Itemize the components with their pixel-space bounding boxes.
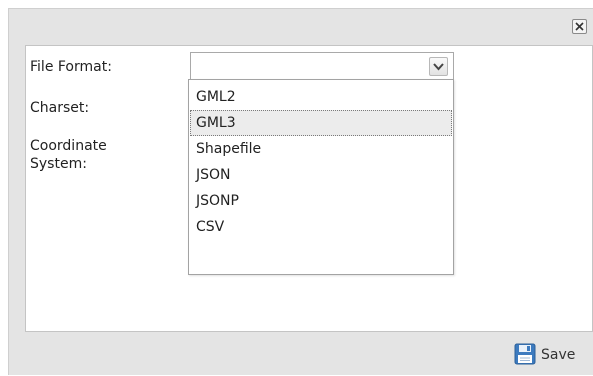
- file-format-option[interactable]: JSONP: [190, 188, 452, 214]
- file-format-dropdown-button[interactable]: [429, 57, 448, 76]
- floppy-disk-icon: [514, 343, 536, 365]
- save-button[interactable]: Save: [514, 343, 586, 367]
- file-format-label: File Format:: [30, 59, 112, 75]
- file-format-option-highlighted[interactable]: GML3: [190, 110, 452, 136]
- coordinate-system-label-line1: Coordinate: [30, 138, 107, 154]
- chevron-down-icon: [433, 63, 444, 71]
- file-format-select[interactable]: [190, 52, 454, 82]
- close-button[interactable]: [572, 19, 587, 34]
- coordinate-system-label-line2: System:: [30, 156, 87, 172]
- close-icon: [575, 22, 584, 31]
- coordinate-system-label: Coordinate System:: [30, 137, 150, 173]
- file-format-option[interactable]: JSON: [190, 162, 452, 188]
- save-button-label: Save: [541, 347, 576, 363]
- charset-label: Charset:: [30, 100, 90, 116]
- dialog-header: [9, 9, 593, 45]
- file-format-option[interactable]: CSV: [190, 214, 452, 240]
- file-format-option[interactable]: GML2: [190, 84, 452, 110]
- file-format-option[interactable]: Shapefile: [190, 136, 452, 162]
- dialog-footer: Save: [9, 332, 593, 376]
- file-format-dropdown-list: GML2 GML3 Shapefile JSON JSONP CSV: [188, 79, 454, 275]
